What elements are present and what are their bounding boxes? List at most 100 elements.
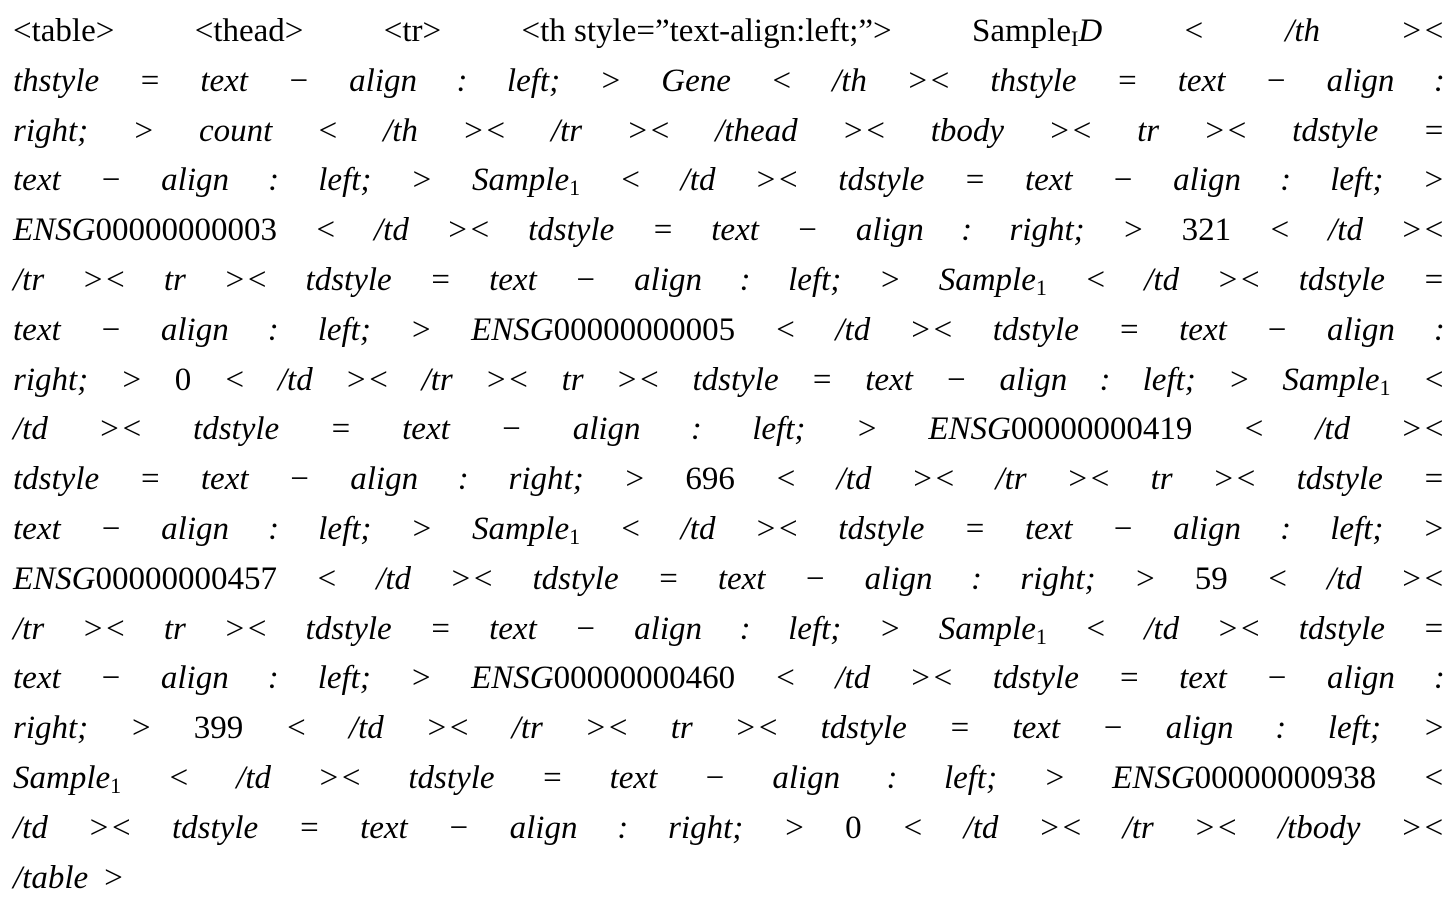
text-token: − xyxy=(574,604,596,654)
token-suffix: 00000000938 xyxy=(1194,760,1377,796)
text-token: tr xyxy=(1151,454,1173,504)
text-token: : xyxy=(268,155,279,205)
token-text: = xyxy=(429,262,452,298)
text-token: = xyxy=(657,554,679,604)
text-token: Sample1 xyxy=(13,753,121,803)
token-text: >< xyxy=(484,361,530,398)
text-token: >< xyxy=(223,604,268,654)
text-token: /th xyxy=(1285,6,1320,56)
token-text: tdstyle xyxy=(1292,112,1379,149)
token-text: > xyxy=(410,162,433,199)
token-text: align xyxy=(1165,710,1234,747)
token-text: align xyxy=(572,411,641,448)
token-suffix: 00000000460 xyxy=(553,660,736,697)
token-text: − xyxy=(1101,710,1125,747)
token-text: /td xyxy=(835,660,871,697)
text-token: − xyxy=(574,255,596,305)
text-token: Sample1 xyxy=(472,155,580,205)
token-text: right; xyxy=(13,710,89,747)
token-text: align xyxy=(1173,162,1241,199)
token-text: tdstyle xyxy=(532,560,619,597)
token-text: − xyxy=(1111,511,1135,547)
text-token: text xyxy=(200,56,248,106)
text-token: left; xyxy=(1143,355,1196,405)
text-token: Sample1 xyxy=(1282,355,1390,405)
text-token: − xyxy=(945,355,967,405)
token-text: − xyxy=(703,760,726,796)
token-text: >< xyxy=(1212,461,1257,498)
token-text: align xyxy=(161,511,230,547)
token-text: >< xyxy=(1400,212,1445,249)
text-token: >< xyxy=(1400,803,1445,853)
text-token: /td xyxy=(681,155,716,205)
token-text: text xyxy=(13,660,61,697)
token-text: Sample xyxy=(13,760,111,796)
token-text: >< xyxy=(909,311,954,348)
text-token: < xyxy=(1084,255,1106,305)
token-text: = xyxy=(1422,262,1445,298)
token-text: = xyxy=(1117,311,1141,348)
token-text: text xyxy=(865,361,913,398)
token-text: > xyxy=(1043,760,1066,796)
token-text: >< xyxy=(1216,262,1262,298)
text-token: > xyxy=(600,56,622,106)
text-line: right; >399 < /td >< /tr >< tr >< tdstyle = text − al… xyxy=(13,703,1445,753)
token-text: align xyxy=(349,62,418,99)
token-text: − xyxy=(1264,62,1288,99)
text-token: : xyxy=(268,504,279,554)
token-text: Gene xyxy=(661,62,731,99)
text-token: > xyxy=(411,155,433,205)
token-text: /tr xyxy=(550,112,583,149)
text-token: text xyxy=(13,155,61,205)
text-token: /td xyxy=(1144,255,1179,305)
token-text: right; xyxy=(13,361,89,398)
text-token: <thead> xyxy=(195,6,304,56)
text-token: text xyxy=(489,604,537,654)
text-token: align xyxy=(161,305,229,355)
token-text: text xyxy=(200,461,249,498)
token-text: tdstyle xyxy=(13,461,100,498)
token-text: /td xyxy=(374,212,409,249)
token-text: text xyxy=(489,262,537,298)
token-text: 399 xyxy=(193,710,244,747)
token-text: text xyxy=(609,760,658,796)
token-text: >< xyxy=(446,212,491,249)
text-token: 696 xyxy=(685,454,735,504)
token-text: Sample xyxy=(972,13,1071,49)
text-token: ENSG00000000005 xyxy=(471,305,735,355)
token-text: < xyxy=(223,361,246,398)
text-token: tdstyle xyxy=(13,454,99,504)
token-text: /th xyxy=(1285,13,1321,49)
token-text: >< xyxy=(223,262,268,298)
token-text: = xyxy=(963,162,986,199)
token-text: /td xyxy=(13,411,48,448)
text-token: >< xyxy=(88,803,133,853)
text-token: : xyxy=(458,454,469,504)
token-text: : xyxy=(1099,361,1111,398)
token-text: text xyxy=(1024,162,1073,199)
token-text: right; xyxy=(1009,212,1085,249)
token-text: align xyxy=(855,212,924,249)
token-text: tdstyle xyxy=(305,610,392,647)
text-token: >< xyxy=(1400,6,1445,56)
text-token: = xyxy=(1118,305,1140,355)
text-line: <table> <thead> <tr> <th style=”text-align:… xyxy=(13,6,1445,56)
text-token: >< xyxy=(317,753,362,803)
text-line: text − align: left; > Sample1 < /td >< tdstyle = te… xyxy=(13,155,1445,205)
text-token: tdstyle xyxy=(838,155,924,205)
text-token: tdstyle xyxy=(821,703,907,753)
text-token: left; xyxy=(788,604,841,654)
token-text: = xyxy=(651,212,674,249)
text-token: text xyxy=(489,255,537,305)
token-text: < xyxy=(316,112,339,149)
text-token: − xyxy=(448,803,470,853)
token-text: <thead> xyxy=(194,13,304,49)
text-token: /td xyxy=(835,305,870,355)
text-token: align xyxy=(1327,305,1395,355)
text-token: right; xyxy=(1009,205,1084,255)
token-text: : xyxy=(267,660,279,697)
text-token: > xyxy=(1423,703,1445,753)
text-token: < xyxy=(1243,404,1265,454)
token-text: Sample xyxy=(938,610,1036,647)
token-text: /td xyxy=(1315,411,1351,448)
